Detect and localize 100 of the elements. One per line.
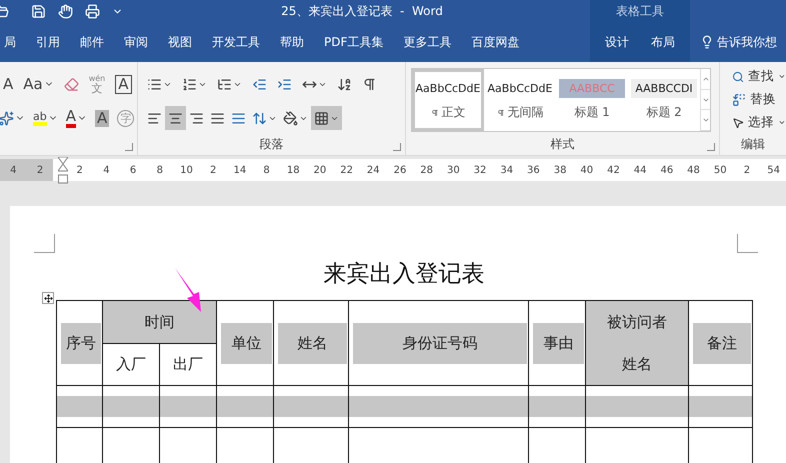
printer-icon[interactable] [85,4,100,18]
align-left-icon [147,110,162,126]
dialog-launcher[interactable] [707,143,715,151]
ruler-number: 8 [156,164,164,176]
group-label: 段落 [258,136,284,152]
ribbon-tab[interactable]: PDF工具集 [316,22,392,62]
dialog-launcher[interactable] [125,143,133,151]
ruler-number: 36 [526,164,541,176]
change-case-button[interactable]: Aa [20,72,57,96]
header-cell: 备注 [688,300,752,386]
ruler-number: 2 [742,164,752,176]
caret-icon [778,72,786,81]
ruler-number: 44 [632,164,648,176]
style-item[interactable]: AaBbCcDdE 正文 [412,69,484,131]
header-cell: 被访问者 姓名 [586,300,688,386]
select-button[interactable]: 选择 [732,112,786,133]
margin-corner-mark [737,234,758,253]
lightbulb-icon [700,35,714,49]
save-icon[interactable] [31,4,46,18]
style-name: 正文 [442,104,466,121]
line-spacing-icon [252,110,267,126]
header-cell: 姓名 [274,300,348,386]
ruler-number: 26 [392,164,408,176]
borders-button[interactable] [311,106,342,130]
font-color-button[interactable]: A [62,106,90,130]
decrease-indent-icon [252,76,267,92]
ruler-number: 20 [312,164,328,176]
ribbon-tab[interactable]: 帮助 [272,22,312,62]
ruler-number: 46 [659,164,674,176]
ruler-number: 18 [286,164,301,176]
window-title: 25、来宾出入登记表 - Word [280,2,444,20]
ribbon-tab[interactable]: 审阅 [116,22,156,62]
ruler-number: 10 [179,164,194,176]
ruler-number: 50 [712,164,728,176]
document-heading: 来宾出入登记表 [324,260,484,289]
tell-me-field[interactable]: 告诉我你想 [690,22,786,62]
style-item[interactable]: AABBCC 标题 1 [556,69,628,131]
replace-button[interactable]: 替换 [732,89,786,110]
replace-icon [732,92,746,106]
style-item[interactable]: AaBbCcDdE 无间隔 [484,69,556,131]
eraser-icon [64,76,79,92]
move-icon [44,294,52,302]
ruler-number: 54 [766,164,781,176]
ribbon-tab[interactable]: 视图 [160,22,200,62]
ruler-number: 2 [36,164,44,176]
ruler-number: 2 [76,164,84,176]
align-center-icon [168,110,183,126]
sort-icon [337,76,352,92]
ribbon-tab[interactable]: 开发工具 [204,22,268,62]
grow-font-button[interactable]: A [0,72,16,96]
ruler-number: 32 [472,164,488,176]
ribbon-tab[interactable]: 更多工具 [395,22,460,62]
ruler-number: 40 [579,164,594,176]
justify-icon [210,110,225,126]
margin-corner-mark [34,234,55,253]
search-icon [732,70,744,84]
paragraph-mark-icon [496,108,504,116]
header-cell: 单位 [216,300,274,386]
ribbon-tab[interactable]: 邮件 [72,22,112,62]
find-button[interactable]: 查找 [732,66,786,87]
ruler-number: 4 [102,164,111,176]
indent-marker[interactable] [58,157,68,185]
ruler-number: 14 [232,164,248,176]
borders-icon [314,110,329,126]
ruler-number: 30 [446,164,461,176]
style-item[interactable]: AABBCCDI 标题 2 [628,69,700,131]
ruler-number: 8 [262,164,271,176]
dialog-launcher[interactable] [393,143,401,151]
sparkle-icon [0,110,14,126]
ruler-number: 4 [9,164,18,176]
header-cell: 出厂 [160,344,216,386]
style-sample: AABBCC [559,79,625,98]
ruler-number: 6 [128,164,138,176]
multilevel-list-icon [217,76,232,92]
touch-mode-icon[interactable] [58,4,73,18]
style-name: 标题 1 [574,104,610,121]
increase-indent-icon [277,76,292,92]
header-cell: 事由 [528,300,586,386]
style-sample: AABBCCDI [631,79,697,98]
paragraph-mark-icon [430,108,438,116]
ribbon-tab[interactable]: 百度网盘 [463,22,528,62]
align-center-button[interactable] [165,106,186,130]
ruler-number: 28 [419,164,434,176]
style-name: 标题 2 [646,104,682,121]
style-sample: AaBbCcDdE [487,81,553,97]
align-right-icon [189,110,204,126]
paragraph-mark-icon [362,76,377,92]
ruler-number: 48 [686,164,701,176]
ruler-number: 34 [499,164,514,176]
ruler-number: 2 [208,164,218,176]
style-name: 无间隔 [508,104,544,121]
ribbon-tab[interactable]: 局 [0,22,24,62]
group-label: 编辑 [740,136,766,152]
numbered-list-icon [182,76,197,92]
header-cell: 序号 [56,300,102,386]
table-move-handle[interactable] [42,292,54,304]
style-sample: AaBbCcDdE [415,81,481,97]
highlight-button[interactable]: ab [30,106,61,130]
ribbon-tab[interactable]: 引用 [28,22,68,62]
ruler-number: 24 [366,164,381,176]
